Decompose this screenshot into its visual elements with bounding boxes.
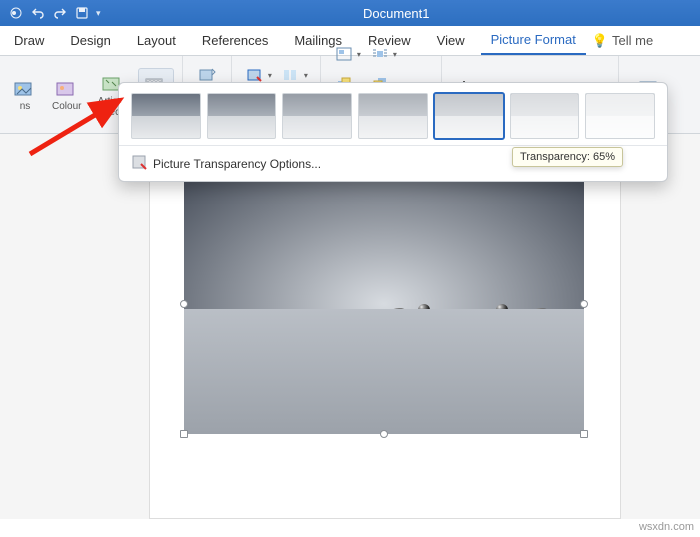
- undo-icon[interactable]: [30, 5, 46, 21]
- position-button[interactable]: ▾: [331, 41, 363, 67]
- resize-handle-e[interactable]: [580, 300, 588, 308]
- picture-content: [184, 174, 584, 434]
- position-icon: [333, 43, 355, 65]
- wrap-text-button[interactable]: ▾: [367, 41, 399, 67]
- watermark: wsxdn.com: [639, 521, 694, 533]
- transparency-preset-3[interactable]: [358, 93, 428, 139]
- transparency-preset-4[interactable]: [434, 93, 504, 139]
- transparency-preset-2[interactable]: [282, 93, 352, 139]
- wrap-text-icon: [369, 43, 391, 65]
- selected-picture[interactable]: [184, 174, 584, 434]
- lightbulb-icon: 💡: [592, 33, 608, 49]
- corrections-button[interactable]: ns: [8, 73, 42, 116]
- title-bar: ▾ Document1: [0, 0, 700, 26]
- transparency-preset-0[interactable]: [131, 93, 201, 139]
- resize-handle-sw[interactable]: [180, 430, 188, 438]
- quick-access-toolbar: ▾: [8, 5, 101, 21]
- transparency-dropdown-panel: Picture Transparency Options... Transpar…: [118, 82, 668, 182]
- colour-button[interactable]: Colour: [46, 73, 87, 116]
- transparency-options-icon: [131, 154, 147, 173]
- resize-handle-s[interactable]: [380, 430, 388, 438]
- redo-icon[interactable]: [52, 5, 68, 21]
- resize-handle-se[interactable]: [580, 430, 588, 438]
- transparency-options-label: Picture Transparency Options...: [153, 157, 321, 171]
- corrections-icon: [14, 77, 36, 99]
- tell-me-label: Tell me: [612, 33, 653, 48]
- tab-draw[interactable]: Draw: [4, 27, 54, 54]
- save-icon[interactable]: [74, 5, 90, 21]
- resize-handle-w[interactable]: [180, 300, 188, 308]
- document-canvas[interactable]: [0, 134, 700, 519]
- autosave-toggle-icon[interactable]: [8, 5, 24, 21]
- tab-design[interactable]: Design: [60, 27, 120, 54]
- transparency-presets-row: [119, 83, 667, 145]
- colour-icon: [56, 77, 78, 99]
- tab-picture-format[interactable]: Picture Format: [481, 26, 586, 55]
- tab-view[interactable]: View: [427, 27, 475, 54]
- transparency-tooltip: Transparency: 65%: [512, 147, 623, 167]
- transparency-preset-1[interactable]: [207, 93, 277, 139]
- document-title: Document1: [101, 6, 692, 21]
- transparency-preset-6[interactable]: [585, 93, 655, 139]
- tell-me-button[interactable]: 💡 Tell me: [592, 33, 653, 49]
- transparency-preset-5[interactable]: [510, 93, 580, 139]
- tab-layout[interactable]: Layout: [127, 27, 186, 54]
- tab-references[interactable]: References: [192, 27, 278, 54]
